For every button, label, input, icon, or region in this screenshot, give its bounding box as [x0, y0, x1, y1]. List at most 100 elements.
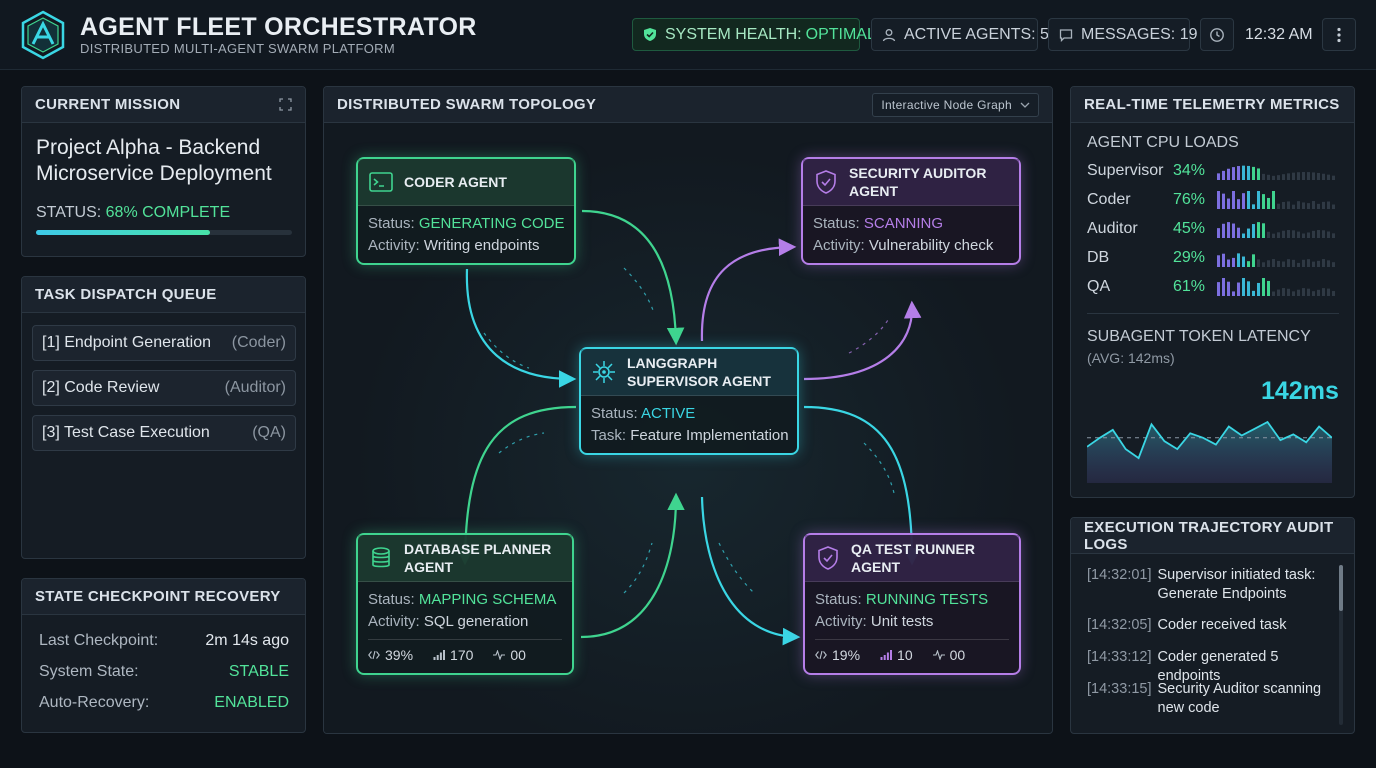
cpu-agent-name: Coder: [1087, 191, 1131, 208]
cpu-bar: [1252, 166, 1255, 180]
cpu-stat-value: 39%: [385, 646, 414, 663]
cpu-sparkbar: [1217, 191, 1335, 209]
coder-agent-node[interactable]: CODER AGENT Status: GENERATING CODE Acti…: [356, 157, 576, 265]
cpu-bar: [1302, 202, 1305, 209]
cpu-bar: [1267, 260, 1270, 267]
cpu-bar: [1292, 204, 1295, 209]
expand-icon[interactable]: [279, 98, 292, 111]
cpu-bar: [1282, 230, 1285, 238]
cpu-bar: [1242, 165, 1245, 180]
log-message: Coder received task: [1157, 617, 1287, 633]
cpu-bar: [1327, 174, 1330, 180]
view-mode-select[interactable]: Interactive Node Graph: [872, 92, 1039, 117]
cpu-bar: [1242, 256, 1245, 267]
cpu-stat-value: 19%: [832, 646, 861, 663]
clock-button[interactable]: [1200, 18, 1234, 51]
queue-item[interactable]: [1] Endpoint Generation (Coder): [32, 325, 296, 361]
cpu-agent-value: 34%: [1173, 162, 1206, 179]
cpu-bar: [1312, 291, 1315, 296]
cpu-agent-value: 76%: [1173, 191, 1206, 208]
cpu-bar: [1277, 260, 1280, 267]
edge-supervisor-security-2: [803, 300, 922, 381]
cpu-row: Coder 76%: [1087, 189, 1339, 211]
checkpoint-value: 2m 14s ago: [205, 632, 289, 649]
node-header: CODER AGENT: [358, 159, 574, 206]
pulse-stat-value: 00: [510, 646, 526, 663]
panel-title: TASK DISPATCH QUEUE: [35, 286, 217, 303]
node-stats: 19% 10 00: [815, 639, 1009, 669]
messages-badge[interactable]: MESSAGES: 19: [1048, 18, 1198, 51]
node-title-line-1: LANGGRAPH: [627, 355, 718, 371]
supervisor-agent-node[interactable]: LANGGRAPH SUPERVISOR AGENT Status: ACTIVE…: [579, 347, 799, 455]
messages-label: MESSAGES: 19: [1081, 25, 1198, 43]
queue-item[interactable]: [2] Code Review (Auditor): [32, 370, 296, 406]
cpu-row: Auditor 45%: [1087, 218, 1339, 240]
edge-coder-supervisor: [581, 209, 685, 346]
shield-check-icon: [816, 170, 836, 194]
cpu-bar: [1232, 167, 1235, 180]
cpu-bar: [1302, 259, 1305, 267]
cpu-bar: [1302, 172, 1305, 180]
checkpoint-row: Auto-Recovery: ENABLED: [39, 694, 289, 712]
cpu-bar: [1282, 174, 1285, 180]
cpu-bar: [1282, 201, 1285, 209]
qa-agent-node[interactable]: QA TEST RUNNER AGENT Status: RUNNING TEST…: [803, 533, 1021, 675]
queue-item[interactable]: [3] Test Case Execution (QA): [32, 415, 296, 451]
latency-chart: [1087, 420, 1332, 483]
cpu-bar: [1272, 233, 1275, 238]
system-health-badge[interactable]: SYSTEM HEALTH: OPTIMAL: [632, 18, 876, 51]
terminal-icon: [369, 172, 393, 192]
cpu-bar: [1327, 231, 1330, 238]
queue-item-agent: (Coder): [231, 334, 286, 351]
mission-progress-fill: [36, 230, 211, 235]
cpu-bar: [1287, 288, 1290, 296]
database-agent-node[interactable]: DATABASE PLANNER AGENT Status: MAPPING SC…: [356, 533, 574, 675]
panel-title: CURRENT MISSION: [35, 96, 181, 113]
cpu-row: QA 61%: [1087, 276, 1339, 298]
cpu-bar: [1332, 233, 1335, 238]
cpu-bar: [1307, 172, 1310, 180]
security-agent-node[interactable]: SECURITY AUDITOR AGENT Status: SCANNING A…: [801, 157, 1021, 265]
cpu-bar: [1292, 172, 1295, 180]
cpu-bar: [1252, 204, 1255, 209]
cpu-bar: [1297, 231, 1300, 238]
cpu-bar: [1327, 201, 1330, 209]
more-menu-button[interactable]: [1322, 18, 1356, 51]
node-header: QA TEST RUNNER AGENT: [805, 535, 1019, 582]
cpu-bar: [1272, 291, 1275, 296]
cpu-bar: [1262, 223, 1265, 238]
task-label: Task:: [591, 427, 627, 444]
cpu-bar: [1222, 223, 1225, 238]
queue-item-agent: (QA): [252, 424, 286, 441]
log-scrollbar-thumb[interactable]: [1339, 565, 1343, 611]
status-value: RUNNING TESTS: [865, 591, 989, 608]
cpu-agent-name: Supervisor: [1087, 162, 1164, 179]
cpu-bar: [1332, 204, 1335, 209]
cpu-bar: [1272, 175, 1275, 180]
audit-logs-panel: EXECUTION TRAJECTORY AUDIT LOGS [14:32:0…: [1070, 517, 1355, 734]
throughput-stat-value: 10: [897, 646, 913, 663]
status-value: ACTIVE: [641, 405, 696, 422]
log-entry: [14:33:15] Security Auditor scanning new…: [1087, 680, 1343, 718]
cpu-agent-value: 61%: [1173, 278, 1206, 295]
app-title: AGENT FLEET ORCHESTRATOR: [80, 13, 477, 41]
cpu-bar: [1287, 230, 1290, 238]
checkpoint-row: Last Checkpoint: 2m 14s ago: [39, 632, 289, 650]
chevron-down-icon: [1020, 102, 1030, 108]
panel-title: STATE CHECKPOINT RECOVERY: [35, 588, 281, 605]
cpu-bar: [1257, 259, 1260, 267]
mission-status-label: STATUS:: [36, 204, 102, 221]
node-activity: Activity: Unit tests: [805, 611, 1019, 633]
node-title-line-2: SUPERVISOR AGENT: [627, 373, 771, 389]
cpu-bar: [1242, 278, 1245, 296]
cpu-bar: [1317, 203, 1320, 209]
throughput-stat-value: 170: [450, 646, 474, 663]
cpu-bar: [1237, 282, 1240, 296]
cpu-stat: 39%: [368, 647, 413, 663]
active-agents-badge[interactable]: ACTIVE AGENTS: 5: [871, 18, 1049, 51]
cpu-bar: [1332, 291, 1335, 296]
log-entry: [14:32:05] Coder received task: [1087, 616, 1343, 635]
activity-label: Activity:: [368, 613, 420, 630]
pulse-stat: 00: [493, 647, 526, 663]
topology-canvas[interactable]: CODER AGENT Status: GENERATING CODE Acti…: [324, 123, 1052, 733]
